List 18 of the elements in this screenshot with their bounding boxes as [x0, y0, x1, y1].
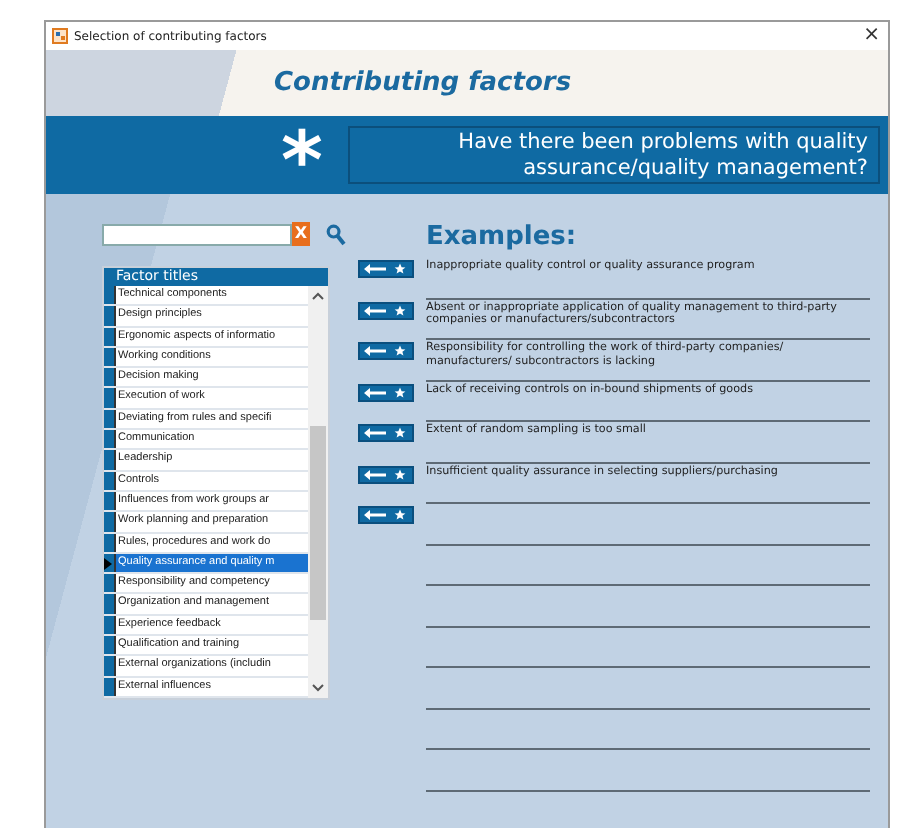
asterisk-symbol: * [279, 131, 325, 179]
scroll-down-icon[interactable] [312, 683, 324, 692]
add-example-button[interactable] [358, 260, 414, 278]
add-example-button[interactable] [358, 383, 414, 401]
scrollbar[interactable] [308, 286, 328, 698]
app-icon [52, 28, 68, 44]
search-field[interactable] [102, 223, 292, 245]
search-icon[interactable] [326, 223, 346, 245]
add-example-button[interactable] [358, 301, 414, 319]
add-example-button[interactable] [358, 465, 414, 483]
section-title: Contributing factors [274, 68, 572, 98]
add-example-button[interactable] [358, 424, 414, 442]
add-example-button[interactable] [358, 342, 414, 360]
scroll-up-icon[interactable] [312, 292, 324, 300]
question-text: Have there been problems with quality assurance/quality management? [348, 126, 880, 184]
examples-heading: Examples: [426, 222, 579, 256]
add-example-button[interactable] [358, 506, 414, 524]
close-button[interactable]: × [863, 26, 880, 46]
